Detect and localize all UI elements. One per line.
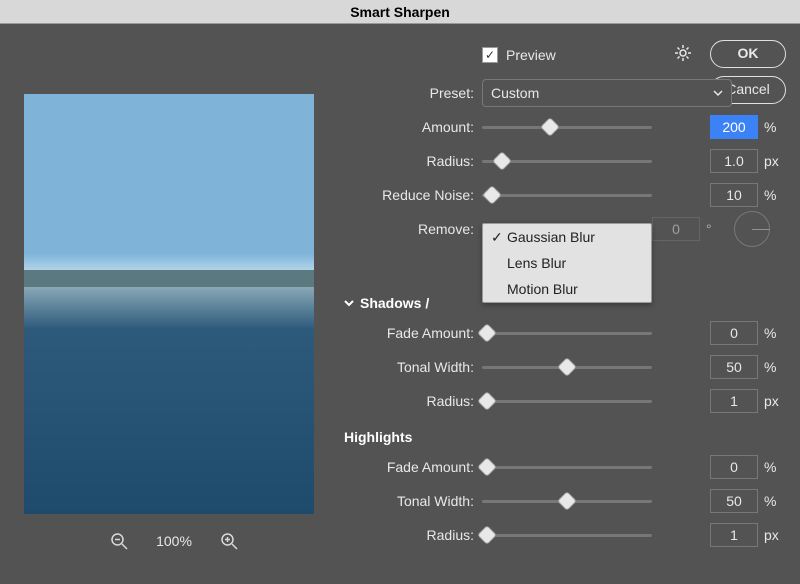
dialog-title: Smart Sharpen [0, 0, 800, 24]
zoom-controls: 100% [14, 532, 334, 550]
highlights-section-label: Highlights [344, 429, 412, 445]
highlights-tonal-row: Tonal Width: 50 % [334, 484, 786, 518]
shadows-radius-label: Radius: [334, 393, 482, 409]
reduce-noise-thumb[interactable] [482, 185, 502, 205]
radius-input[interactable]: 1.0 [710, 149, 758, 173]
amount-input[interactable]: 200 [710, 115, 758, 139]
highlights-radius-input[interactable]: 1 [710, 523, 758, 547]
shadows-fade-unit: % [764, 325, 786, 341]
amount-thumb[interactable] [540, 117, 560, 137]
preview-checkbox[interactable]: ✓ [482, 47, 498, 63]
zoom-level[interactable]: 100% [156, 533, 192, 549]
radius-thumb[interactable] [492, 151, 512, 171]
highlights-fade-label: Fade Amount: [334, 459, 482, 475]
shadows-radius-unit: px [764, 393, 786, 409]
highlights-tonal-thumb[interactable] [557, 491, 577, 511]
shadows-radius-row: Radius: 1 px [334, 384, 786, 418]
remove-option-label: Gaussian Blur [507, 229, 595, 245]
settings-gear-icon[interactable] [674, 44, 692, 62]
highlights-fade-input[interactable]: 0 [710, 455, 758, 479]
amount-unit: % [764, 119, 786, 135]
shadows-radius-slider[interactable] [482, 400, 652, 403]
highlights-tonal-input[interactable]: 50 [710, 489, 758, 513]
remove-option-motion[interactable]: Motion Blur [483, 276, 651, 302]
remove-option-gaussian[interactable]: ✓ Gaussian Blur [483, 224, 651, 250]
shadows-tonal-thumb[interactable] [557, 357, 577, 377]
shadows-tonal-label: Tonal Width: [334, 359, 482, 375]
reduce-noise-unit: % [764, 187, 786, 203]
preset-select[interactable]: Custom [482, 79, 732, 107]
reduce-noise-label: Reduce Noise: [334, 187, 482, 203]
amount-label: Amount: [334, 119, 482, 135]
preview-image[interactable] [24, 94, 314, 514]
shadows-radius-input[interactable]: 1 [710, 389, 758, 413]
amount-row: Amount: 200 % [334, 110, 786, 144]
shadows-fade-slider[interactable] [482, 332, 652, 335]
highlights-fade-row: Fade Amount: 0 % [334, 450, 786, 484]
highlights-tonal-unit: % [764, 493, 786, 509]
radius-slider[interactable] [482, 160, 652, 163]
preview-panel: 100% [14, 34, 334, 574]
shadows-tonal-input[interactable]: 50 [710, 355, 758, 379]
highlights-section-header[interactable]: Highlights [344, 424, 786, 450]
highlights-fade-unit: % [764, 459, 786, 475]
reduce-noise-input[interactable]: 10 [710, 183, 758, 207]
reduce-noise-row: Reduce Noise: 10 % [334, 178, 786, 212]
chevron-down-icon [713, 88, 723, 98]
remove-angle-unit: ° [706, 221, 728, 237]
highlights-radius-label: Radius: [334, 527, 482, 543]
dialog-content: 100% OK Cancel ✓ Preview Preset: Custom [0, 24, 800, 584]
highlights-tonal-slider[interactable] [482, 500, 652, 503]
amount-slider[interactable] [482, 126, 652, 129]
remove-row: Remove: ✓ Gaussian Blur Lens Blur Motion… [334, 212, 786, 246]
radius-row: Radius: 1.0 px [334, 144, 786, 178]
remove-option-label: Motion Blur [507, 281, 578, 297]
preset-label: Preset: [334, 85, 482, 101]
shadows-tonal-slider[interactable] [482, 366, 652, 369]
shadows-tonal-row: Tonal Width: 50 % [334, 350, 786, 384]
controls-panel: OK Cancel ✓ Preview Preset: Custom Amoun… [334, 34, 786, 574]
zoom-out-icon[interactable] [110, 532, 128, 550]
shadows-fade-label: Fade Amount: [334, 325, 482, 341]
highlights-radius-unit: px [764, 527, 786, 543]
remove-option-label: Lens Blur [507, 255, 566, 271]
preset-row: Preset: Custom [334, 76, 786, 110]
reduce-noise-slider[interactable] [482, 194, 652, 197]
chevron-down-icon [344, 295, 354, 311]
preview-label: Preview [506, 47, 556, 63]
highlights-tonal-label: Tonal Width: [334, 493, 482, 509]
check-icon: ✓ [491, 229, 503, 246]
radius-unit: px [764, 153, 786, 169]
remove-dropdown: ✓ Gaussian Blur Lens Blur Motion Blur [482, 223, 652, 303]
highlights-fade-slider[interactable] [482, 466, 652, 469]
remove-angle-input[interactable]: 0 [652, 217, 700, 241]
highlights-radius-row: Radius: 1 px [334, 518, 786, 552]
preset-value: Custom [491, 85, 539, 101]
highlights-radius-slider[interactable] [482, 534, 652, 537]
check-icon: ✓ [485, 48, 495, 62]
shadows-fade-row: Fade Amount: 0 % [334, 316, 786, 350]
remove-option-lens[interactable]: Lens Blur [483, 250, 651, 276]
shadows-tonal-unit: % [764, 359, 786, 375]
shadows-fade-input[interactable]: 0 [710, 321, 758, 345]
remove-label: Remove: [334, 221, 482, 237]
radius-label: Radius: [334, 153, 482, 169]
ok-button[interactable]: OK [710, 40, 786, 68]
angle-dial[interactable] [734, 211, 770, 247]
zoom-in-icon[interactable] [220, 532, 238, 550]
shadows-section-label: Shadows / [360, 295, 429, 311]
